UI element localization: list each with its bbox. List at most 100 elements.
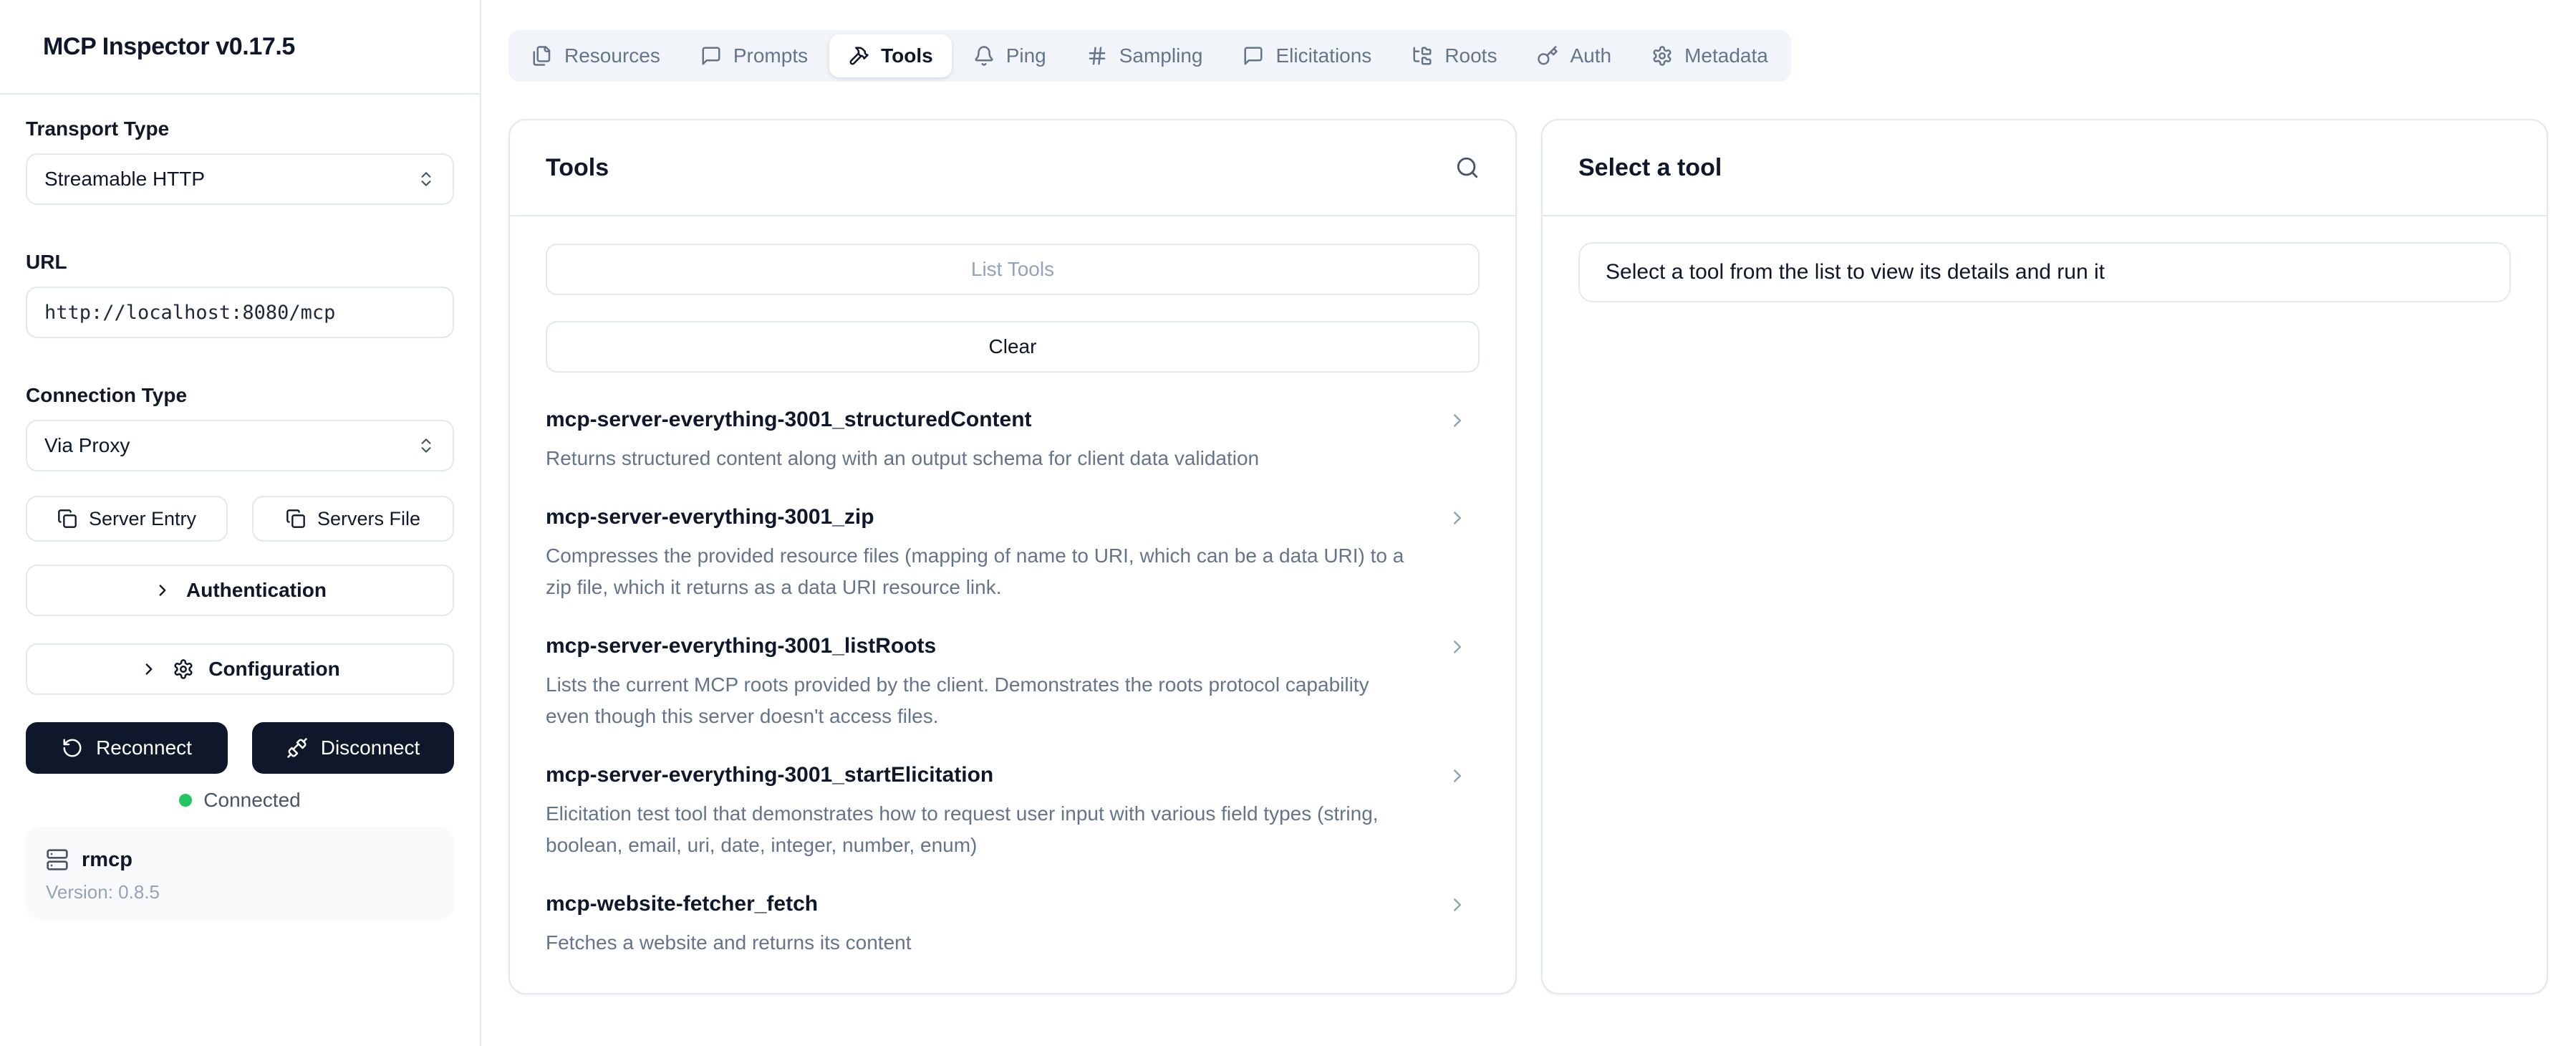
chevron-right-icon [1447,507,1468,529]
tab-sampling[interactable]: Sampling [1068,34,1222,77]
gear-icon [1651,45,1673,67]
tab-label: Elicitations [1275,44,1371,67]
tool-list-item[interactable]: mcp-server-everything-3001_listRoots Lis… [546,633,1480,732]
disconnect-button[interactable]: Disconnect [252,722,454,774]
tab-label: Prompts [733,44,808,67]
authentication-toggle[interactable]: Authentication [26,565,454,616]
tab-label: Tools [881,44,933,67]
url-label: URL [26,251,454,274]
servers-file-button[interactable]: Servers File [252,496,454,542]
tool-description: Returns structured content along with an… [546,443,1417,474]
connection-type-label: Connection Type [26,384,454,407]
tools-panel: Tools List Tools Clear mcp-server-everyt… [508,119,1517,994]
hash-icon [1086,45,1108,67]
list-tools-button[interactable]: List Tools [546,244,1480,295]
chevron-right-icon [153,581,172,600]
tool-list: mcp-server-everything-3001_structuredCon… [546,407,1480,959]
tool-description: Fetches a website and returns its conten… [546,927,1417,959]
tab-label: Resources [564,44,660,67]
transport-type-label: Transport Type [26,117,454,140]
chevron-right-icon [1447,894,1468,916]
detail-panel-title: Select a tool [1578,154,1722,182]
tools-panel-header: Tools [510,120,1515,216]
tab-tools[interactable]: Tools [829,34,952,77]
tool-list-item[interactable]: mcp-server-everything-3001_startElicitat… [546,762,1480,861]
server-name: rmcp [82,848,132,872]
url-input[interactable]: http://localhost:8080/mcp [26,287,454,338]
chevron-right-icon [1447,636,1468,658]
tab-bar: Resources Prompts Tools Ping [508,30,1791,82]
tab-label: Roots [1444,44,1497,67]
tab-label: Ping [1006,44,1046,67]
files-icon [531,45,553,67]
server-version: Version: 0.8.5 [46,881,434,903]
disconnect-label: Disconnect [321,736,420,759]
chevrons-up-down-icon [417,170,435,188]
message-square-icon [1243,45,1264,67]
detail-panel-body: Select a tool from the list to view its … [1543,216,2547,330]
server-buttons-row: Server Entry Servers File [26,496,454,542]
gear-icon [173,658,194,680]
tool-description: Lists the current MCP roots provided by … [546,669,1417,732]
connection-type-value: Via Proxy [44,434,130,457]
server-info-card: rmcp Version: 0.8.5 [26,827,454,920]
chevron-right-icon [1447,765,1468,787]
clear-button[interactable]: Clear [546,321,1480,373]
transport-type-value: Streamable HTTP [44,168,205,191]
connection-status: Connected [26,788,454,812]
server-icon [46,848,69,871]
tab-prompts[interactable]: Prompts [682,34,826,77]
search-icon[interactable] [1455,155,1480,180]
tool-list-item[interactable]: mcp-server-everything-3001_zip Compresse… [546,504,1480,603]
servers-file-label: Servers File [317,508,420,530]
sidebar: MCP Inspector v0.17.5 Transport Type Str… [0,0,481,1046]
chevron-right-icon [140,660,158,678]
tools-panel-title: Tools [546,154,609,182]
tab-metadata[interactable]: Metadata [1633,34,1787,77]
rotate-ccw-icon [62,737,83,759]
bell-icon [973,45,995,67]
tab-elicitations[interactable]: Elicitations [1224,34,1390,77]
tool-name: mcp-server-everything-3001_listRoots [546,633,1417,659]
server-entry-button[interactable]: Server Entry [26,496,228,542]
tab-resources[interactable]: Resources [513,34,679,77]
tab-roots[interactable]: Roots [1393,34,1515,77]
reconnect-button[interactable]: Reconnect [26,722,228,774]
chevrons-up-down-icon [417,436,435,455]
tool-name: mcp-server-everything-3001_structuredCon… [546,407,1417,433]
hammer-icon [848,45,869,67]
tool-list-item[interactable]: mcp-website-fetcher_fetch Fetches a webs… [546,891,1480,959]
reconnect-label: Reconnect [96,736,192,759]
main-area: Resources Prompts Tools Ping [481,0,2576,1046]
connection-type-select[interactable]: Via Proxy [26,420,454,471]
copy-icon [57,509,77,529]
key-icon [1537,45,1558,67]
sidebar-header: MCP Inspector v0.17.5 [0,0,480,95]
tab-label: Metadata [1684,44,1768,67]
message-square-icon [700,45,722,67]
tab-label: Sampling [1119,44,1203,67]
status-label: Connected [203,789,300,812]
tool-name: mcp-server-everything-3001_zip [546,504,1417,530]
sidebar-body: Transport Type Streamable HTTP URL http:… [0,117,480,920]
tool-description: Elicitation test tool that demonstrates … [546,798,1417,861]
tool-name: mcp-website-fetcher_fetch [546,891,1417,917]
tab-auth[interactable]: Auth [1518,34,1630,77]
tool-detail-panel: Select a tool Select a tool from the lis… [1541,119,2548,994]
tool-description: Compresses the provided resource files (… [546,540,1417,603]
content-panels: Tools List Tools Clear mcp-server-everyt… [508,119,2548,994]
configuration-label: Configuration [208,658,340,681]
authentication-label: Authentication [186,579,327,602]
tool-list-item[interactable]: mcp-server-everything-3001_structuredCon… [546,407,1480,474]
empty-state-message: Select a tool from the list to view its … [1578,242,2511,302]
transport-type-select[interactable]: Streamable HTTP [26,153,454,205]
app-title: MCP Inspector v0.17.5 [43,33,295,61]
tools-panel-body: List Tools Clear mcp-server-everything-3… [510,216,1515,994]
chevron-right-icon [1447,410,1468,431]
copy-icon [286,509,306,529]
tab-ping[interactable]: Ping [955,34,1065,77]
configuration-toggle[interactable]: Configuration [26,643,454,695]
folder-tree-icon [1412,45,1433,67]
unplug-icon [286,737,308,759]
status-dot-icon [179,794,192,807]
